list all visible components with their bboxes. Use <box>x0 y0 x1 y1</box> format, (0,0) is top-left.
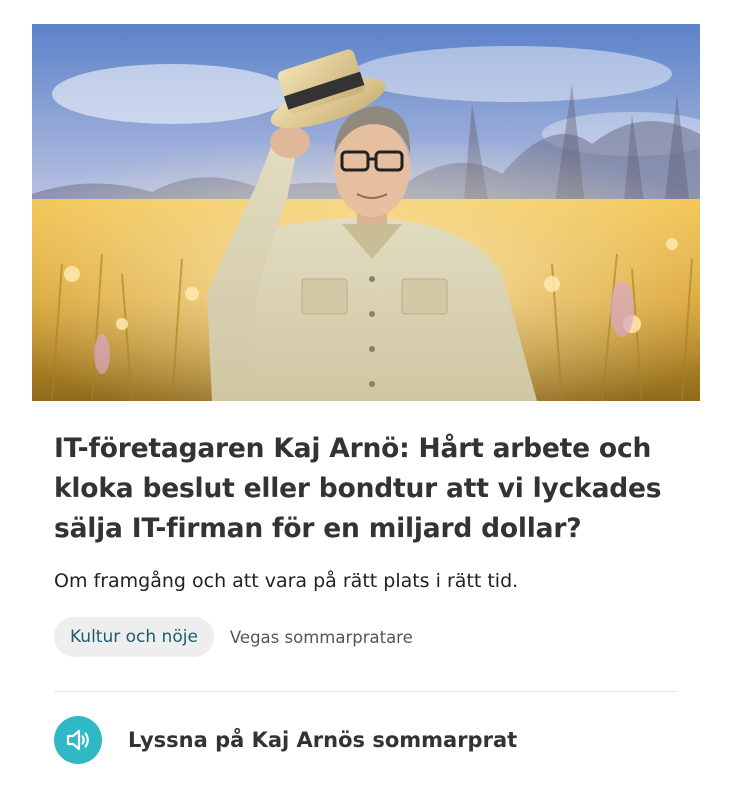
speaker-icon <box>54 716 102 764</box>
series-tag[interactable]: Vegas sommarpratare <box>230 628 413 647</box>
category-tag[interactable]: Kultur och nöje <box>54 617 214 657</box>
article-card[interactable]: IT-företagaren Kaj Arnö: Hårt arbete och… <box>32 24 700 764</box>
article-content: IT-företagaren Kaj Arnö: Hårt arbete och… <box>32 429 700 764</box>
hero-image[interactable] <box>32 24 700 401</box>
tag-row: Kultur och nöje Vegas sommarpratare <box>54 617 678 657</box>
divider <box>54 691 678 692</box>
hero-image-illustration <box>32 24 700 401</box>
article-preamble: Om framgång och att vara på rätt plats i… <box>54 570 519 592</box>
listen-button[interactable]: Lyssna på Kaj Arnös sommarprat <box>54 716 678 764</box>
listen-label: Lyssna på Kaj Arnös sommarprat <box>128 728 518 752</box>
article-title[interactable]: IT-företagaren Kaj Arnö: Hårt arbete och… <box>54 429 678 549</box>
